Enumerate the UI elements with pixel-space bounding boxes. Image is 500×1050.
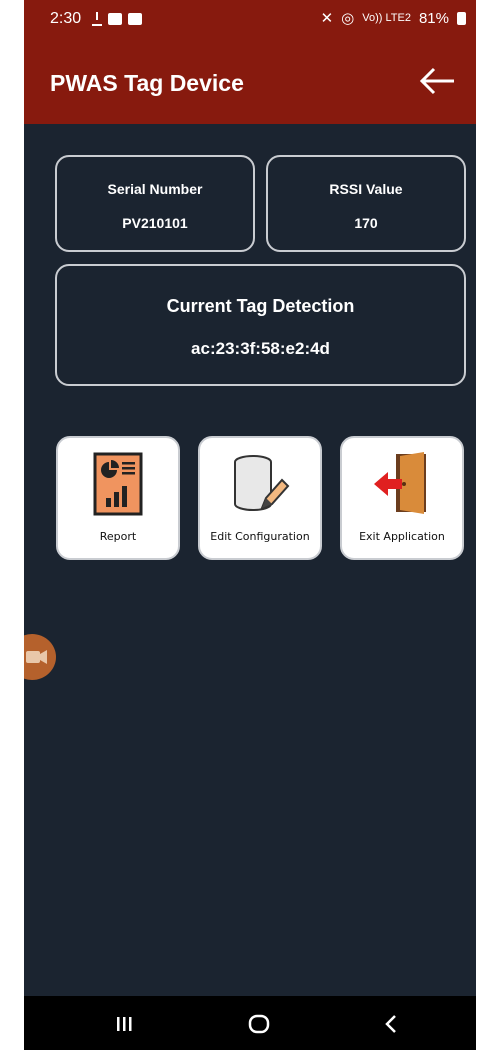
gallery-icon [108, 13, 122, 25]
download-icon [92, 12, 102, 26]
rssi-label: RSSI Value [329, 181, 403, 197]
tag-detection-label: Current Tag Detection [166, 296, 355, 316]
report-icon [93, 452, 143, 516]
back-nav-button[interactable] [372, 1010, 412, 1038]
rssi-value: 170 [354, 215, 378, 231]
exit-application-label: Exit Application [359, 530, 445, 543]
edit-configuration-button[interactable]: Edit Configuration [198, 436, 322, 560]
exit-application-button[interactable]: Exit Application [340, 436, 464, 560]
battery-text: 81% [418, 9, 449, 27]
back-button[interactable] [416, 60, 458, 102]
edit-configuration-label: Edit Configuration [210, 530, 310, 543]
home-button[interactable] [239, 1010, 279, 1038]
report-button[interactable]: Report [56, 436, 180, 560]
home-icon [248, 1014, 270, 1034]
status-right-icons: ✕ ◎ Vo)) LTE2 81% [321, 9, 466, 27]
phone-screen: 2:30 ✕ ◎ Vo)) LTE2 81% PWAS Tag Device S… [24, 0, 476, 1050]
exit-door-icon [374, 452, 426, 514]
status-bar: 2:30 ✕ ◎ Vo)) LTE2 81% [24, 0, 476, 36]
tag-detection-value: ac:23:3f:58:e2:4d [191, 339, 330, 358]
recent-apps-icon [117, 1017, 132, 1031]
signal-icon: Vo)) LTE2 [362, 12, 411, 24]
rssi-value-card: RSSI Value 170 [266, 155, 466, 252]
camera-icon [26, 650, 47, 664]
arrow-left-icon [419, 67, 454, 95]
video-icon [128, 13, 142, 25]
tag-detection-card: Current Tag Detection ac:23:3f:58:e2:4d [55, 264, 466, 386]
serial-number-card: Serial Number PV210101 [55, 155, 255, 252]
status-time: 2:30 [50, 10, 82, 27]
system-nav-bar [24, 996, 476, 1050]
action-tiles: Report Edit Configuration Exit Applicati… [56, 436, 466, 560]
status-left-icons [92, 12, 142, 26]
recent-apps-button[interactable] [104, 1010, 144, 1038]
hotspot-icon: ◎ [341, 10, 355, 27]
floating-record-button[interactable] [24, 634, 56, 680]
page-title: PWAS Tag Device [50, 70, 244, 96]
mute-icon: ✕ [320, 10, 334, 27]
app-bar: PWAS Tag Device [24, 36, 476, 124]
report-label: Report [99, 530, 137, 543]
serial-number-label: Serial Number [107, 181, 203, 197]
battery-icon [457, 11, 466, 25]
serial-number-value: PV210101 [122, 215, 188, 231]
back-chevron-icon [385, 1015, 396, 1033]
database-edit-icon [234, 455, 290, 511]
